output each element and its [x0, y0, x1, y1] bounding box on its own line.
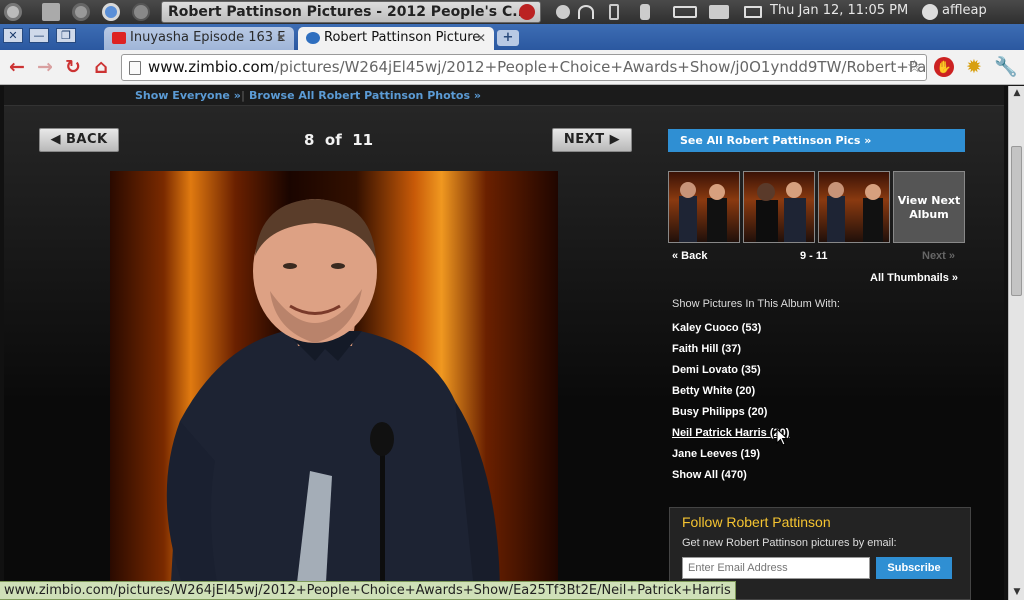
- page: Show Everyone » | Browse All Robert Patt…: [4, 86, 1004, 600]
- home-icon[interactable]: ⌂: [90, 56, 112, 78]
- wrench-menu-icon[interactable]: 🔧: [994, 56, 1018, 78]
- ubuntu-menu-icon[interactable]: [4, 3, 22, 21]
- mail-icon[interactable]: [744, 6, 762, 18]
- thumbnail-2[interactable]: [743, 171, 815, 243]
- thumbnail-illustration: [827, 182, 883, 242]
- email-input[interactable]: [682, 557, 870, 579]
- right-triangle-icon: ▶: [609, 132, 621, 147]
- next-button[interactable]: NEXT ▶: [552, 128, 632, 152]
- sub-navigation: Show Everyone » | Browse All Robert Patt…: [4, 86, 1004, 106]
- chrome-launcher-icon[interactable]: [72, 3, 90, 21]
- mouse-cursor-icon: [776, 428, 789, 446]
- see-all-pics-button[interactable]: See All Robert Pattinson Pics »: [668, 129, 965, 152]
- divider: |: [241, 89, 246, 102]
- thumb-back-link[interactable]: « Back: [672, 250, 707, 262]
- show-pictures-heading: Show Pictures In This Album With:: [672, 298, 840, 310]
- follow-subtitle: Get new Robert Pattinson pictures by ema…: [682, 537, 897, 549]
- address-bar[interactable]: www.zimbio.com/pictures/W264jEl45wj/2012…: [121, 54, 927, 81]
- user-icon[interactable]: [922, 4, 938, 20]
- thumb-range: 9 - 11: [800, 250, 828, 262]
- thumb-next-link: Next »: [922, 250, 956, 262]
- left-triangle-icon: ◀: [50, 132, 61, 147]
- clock[interactable]: Thu Jan 12, 11:05 PM: [770, 3, 908, 18]
- url-host: www.zimbio.com: [148, 58, 275, 76]
- person-link-faith-hill[interactable]: Faith Hill (37): [672, 343, 741, 355]
- gallery-content: ◀ BACK 8 of 11 NEXT ▶ See All Robert Pat…: [4, 106, 1004, 600]
- main-photo[interactable]: [110, 171, 558, 600]
- reload-icon[interactable]: ↻: [62, 56, 84, 78]
- all-thumbnails-link[interactable]: All Thumbnails »: [870, 272, 958, 284]
- text-editor-launcher-icon[interactable]: [42, 3, 60, 21]
- browser-toolbar: ← → ↻ ⌂ www.zimbio.com/pictures/W264jEl4…: [0, 50, 1024, 85]
- person-link-jane-leeves[interactable]: Jane Leeves (19): [672, 448, 760, 460]
- vertical-scrollbar[interactable]: ▲ ▼: [1008, 86, 1024, 600]
- back-button[interactable]: ◀ BACK: [39, 128, 119, 152]
- counter-total: 11: [352, 131, 374, 149]
- url-path: /pictures/W264jEl45wj/2012+People+Choice…: [274, 58, 927, 76]
- window-title-button[interactable]: Robert Pattinson Pictures - 2012 People'…: [161, 1, 541, 23]
- chromium-launcher-icon[interactable]: [102, 3, 120, 21]
- browse-all-photos-link[interactable]: Browse All Robert Pattinson Photos »: [249, 89, 481, 102]
- bluetooth-icon[interactable]: [640, 4, 650, 20]
- counter-of: of: [324, 131, 342, 149]
- volume-icon[interactable]: [709, 5, 729, 19]
- user-menu[interactable]: affleap: [942, 3, 987, 18]
- tab-label: Robert Pattinson Picture: [324, 30, 481, 45]
- person-link-neil-patrick-harris[interactable]: Neil Patrick Harris (20): [672, 427, 789, 439]
- youtube-favicon-icon: [112, 32, 126, 44]
- wifi-icon[interactable]: [578, 5, 594, 19]
- restore-button[interactable]: ❐: [56, 28, 76, 43]
- tab-strip: ✕ — ❐ Inuyasha Episode 163 E ✕ Robert Pa…: [0, 24, 1024, 50]
- thumbnail-3[interactable]: [818, 171, 890, 243]
- tab-robert-pattinson[interactable]: Robert Pattinson Picture ✕: [298, 27, 494, 50]
- scroll-down-arrow-icon[interactable]: ▼: [1009, 585, 1024, 600]
- thumbnail-illustration: [679, 182, 727, 242]
- bookmark-star-icon[interactable]: ☆: [907, 55, 922, 80]
- adblock-icon[interactable]: ✋: [934, 57, 954, 77]
- close-browser-button[interactable]: ✕: [3, 28, 23, 43]
- minimize-button[interactable]: —: [29, 28, 49, 43]
- tab-close-icon[interactable]: ✕: [476, 27, 486, 49]
- page-viewport: Show Everyone » | Browse All Robert Patt…: [0, 86, 1008, 600]
- photo-counter: 8 of 11: [304, 131, 373, 149]
- thumbnail-1[interactable]: [668, 171, 740, 243]
- next-label: NEXT: [563, 132, 605, 147]
- photo-illustration: [166, 199, 500, 600]
- top-panel: Robert Pattinson Pictures - 2012 People'…: [0, 0, 1024, 24]
- show-everyone-link[interactable]: Show Everyone »: [135, 89, 241, 102]
- zimbio-favicon-icon: [306, 32, 320, 44]
- scroll-up-arrow-icon[interactable]: ▲: [1009, 86, 1024, 101]
- person-link-kaley-cuoco[interactable]: Kaley Cuoco (53): [672, 322, 761, 334]
- close-window-icon[interactable]: [519, 4, 535, 20]
- follow-title: Follow Robert Pattinson: [682, 514, 831, 530]
- back-label: BACK: [65, 132, 108, 147]
- person-link-busy-philipps[interactable]: Busy Philipps (20): [672, 406, 767, 418]
- tab-close-icon[interactable]: ✕: [276, 27, 286, 49]
- status-bubble: www.zimbio.com/pictures/W264jEl45wj/2012…: [0, 581, 736, 600]
- battery-icon[interactable]: [673, 6, 697, 18]
- back-arrow-icon[interactable]: ←: [6, 56, 28, 78]
- person-link-demi-lovato[interactable]: Demi Lovato (35): [672, 364, 761, 376]
- no-entry-icon[interactable]: [556, 5, 570, 19]
- tab-inuyasha[interactable]: Inuyasha Episode 163 E ✕: [104, 27, 294, 50]
- page-icon: [129, 61, 141, 75]
- battery-monitor-icon[interactable]: [609, 4, 619, 20]
- scroll-thumb[interactable]: [1011, 146, 1022, 296]
- new-tab-button[interactable]: +: [497, 30, 519, 46]
- extension-gear-icon[interactable]: ✹: [963, 56, 985, 78]
- show-all-link[interactable]: Show All (470): [672, 469, 747, 481]
- tab-label: Inuyasha Episode 163 E: [130, 30, 286, 45]
- person-link-betty-white[interactable]: Betty White (20): [672, 385, 755, 397]
- counter-current: 8: [304, 131, 315, 149]
- forward-arrow-icon[interactable]: →: [34, 56, 56, 78]
- globe-launcher-icon[interactable]: [132, 3, 150, 21]
- subscribe-button[interactable]: Subscribe: [876, 557, 952, 579]
- thumbnail-illustration: [756, 182, 806, 242]
- view-next-album-button[interactable]: View Next Album: [893, 171, 965, 243]
